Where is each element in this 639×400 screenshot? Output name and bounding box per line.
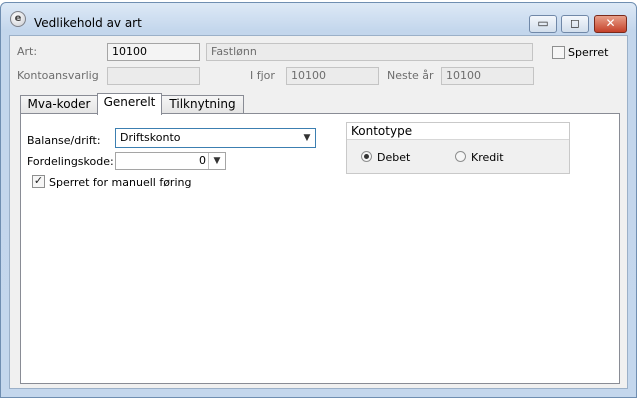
chevron-down-icon[interactable]: ▼ bbox=[208, 153, 225, 169]
kontotype-group: Kontotype Debet Kredit bbox=[346, 122, 570, 174]
kontotype-title: Kontotype bbox=[347, 123, 569, 140]
kontoansvarlig-label: Kontoansvarlig bbox=[17, 69, 99, 82]
ifjor-field[interactable]: 10100 bbox=[286, 67, 379, 85]
fordeling-label: Fordelingskode: bbox=[27, 155, 114, 168]
neste-aar-label: Neste år bbox=[387, 69, 434, 82]
chevron-down-icon[interactable]: ▼ bbox=[299, 129, 315, 147]
generelt-panel: Balanse/drift: Driftskonto ▼ Fordelingsk… bbox=[20, 113, 620, 384]
radio-selected-dot bbox=[364, 154, 369, 159]
balanse-value: Driftskonto bbox=[120, 131, 181, 144]
app-logo-icon: e bbox=[10, 11, 26, 27]
balanse-dropdown[interactable]: Driftskonto ▼ bbox=[115, 128, 316, 148]
neste-aar-field[interactable]: 10100 bbox=[441, 67, 534, 85]
sperret-checkbox[interactable] bbox=[552, 46, 565, 59]
minimize-button[interactable]: ▭ bbox=[529, 15, 557, 33]
sperret-manuell-label: Sperret for manuell føring bbox=[49, 176, 192, 189]
fordeling-dropdown[interactable]: 0 ▼ bbox=[115, 152, 226, 170]
sperret-manuell-checkbox[interactable]: ✓ bbox=[32, 175, 45, 188]
kredit-label: Kredit bbox=[471, 151, 504, 164]
client-area: Art: 10100 Fastlønn Sperret Kontoansvarl… bbox=[9, 35, 628, 389]
checkmark-icon: ✓ bbox=[33, 174, 44, 187]
art-label: Art: bbox=[17, 45, 38, 58]
title-bar[interactable]: e Vedlikehold av art ▭ ◻ ✕ bbox=[1, 3, 636, 33]
art-name-field[interactable]: Fastlønn bbox=[206, 43, 533, 61]
kontoansvarlig-field[interactable] bbox=[107, 67, 200, 85]
sperret-label: Sperret bbox=[568, 46, 609, 59]
debet-radio[interactable] bbox=[361, 151, 372, 162]
art-field[interactable]: 10100 bbox=[107, 43, 200, 61]
fordeling-value: 0 bbox=[199, 154, 206, 167]
kredit-radio[interactable] bbox=[455, 151, 466, 162]
ifjor-label: I fjor bbox=[250, 69, 275, 82]
window-title: Vedlikehold av art bbox=[34, 16, 142, 30]
tab-generelt[interactable]: Generelt bbox=[97, 93, 162, 115]
main-window: e Vedlikehold av art ▭ ◻ ✕ Art: 10100 Fa… bbox=[0, 2, 637, 398]
debet-label: Debet bbox=[377, 151, 411, 164]
balanse-label: Balanse/drift: bbox=[27, 134, 101, 147]
close-button[interactable]: ✕ bbox=[594, 15, 627, 33]
maximize-button[interactable]: ◻ bbox=[561, 15, 589, 33]
tab-mva-koder[interactable]: Mva-koder bbox=[20, 95, 98, 114]
tab-tilknytning[interactable]: Tilknytning bbox=[161, 95, 244, 114]
